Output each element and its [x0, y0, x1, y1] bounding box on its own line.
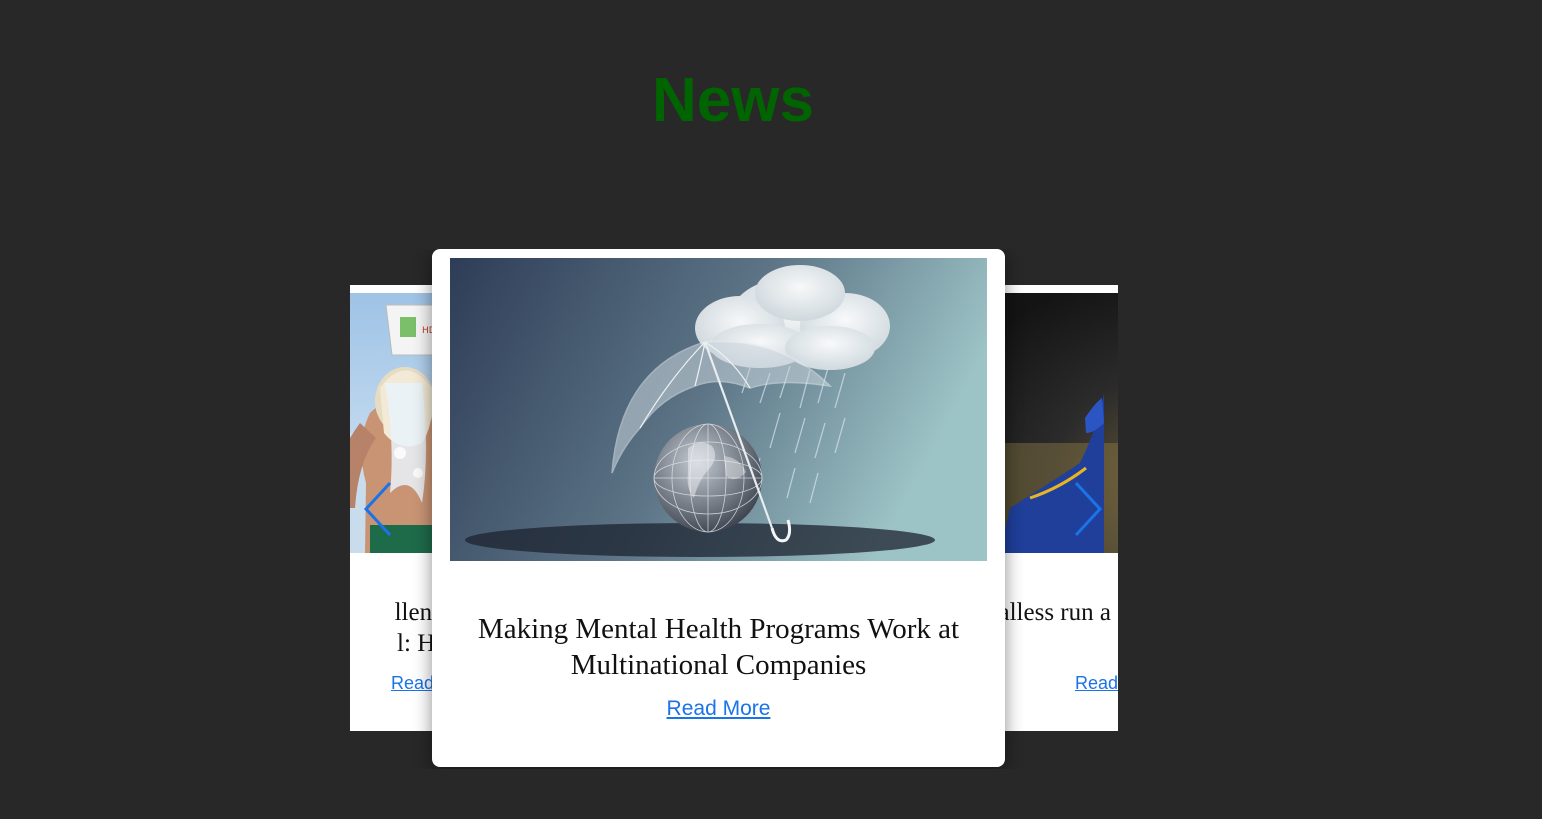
news-card-active[interactable]: Making Mental Health Programs Work at Mu… [432, 249, 1005, 767]
read-more-link[interactable]: Read More [1075, 672, 1118, 694]
page-title: News [652, 66, 814, 135]
chevron-right-icon[interactable] [1068, 479, 1108, 539]
chevron-left-icon[interactable] [360, 479, 400, 539]
news-carousel: HD llenge Is l: Here's Read More [350, 249, 1118, 769]
globe-umbrella-image [450, 258, 987, 561]
carousel-viewport: HD llenge Is l: Here's Read More [350, 249, 1118, 769]
read-more-link[interactable]: Read More [432, 696, 1005, 722]
news-card-title: Making Mental Health Programs Work at Mu… [477, 613, 960, 681]
news-card-title: balless run a [986, 599, 1111, 626]
